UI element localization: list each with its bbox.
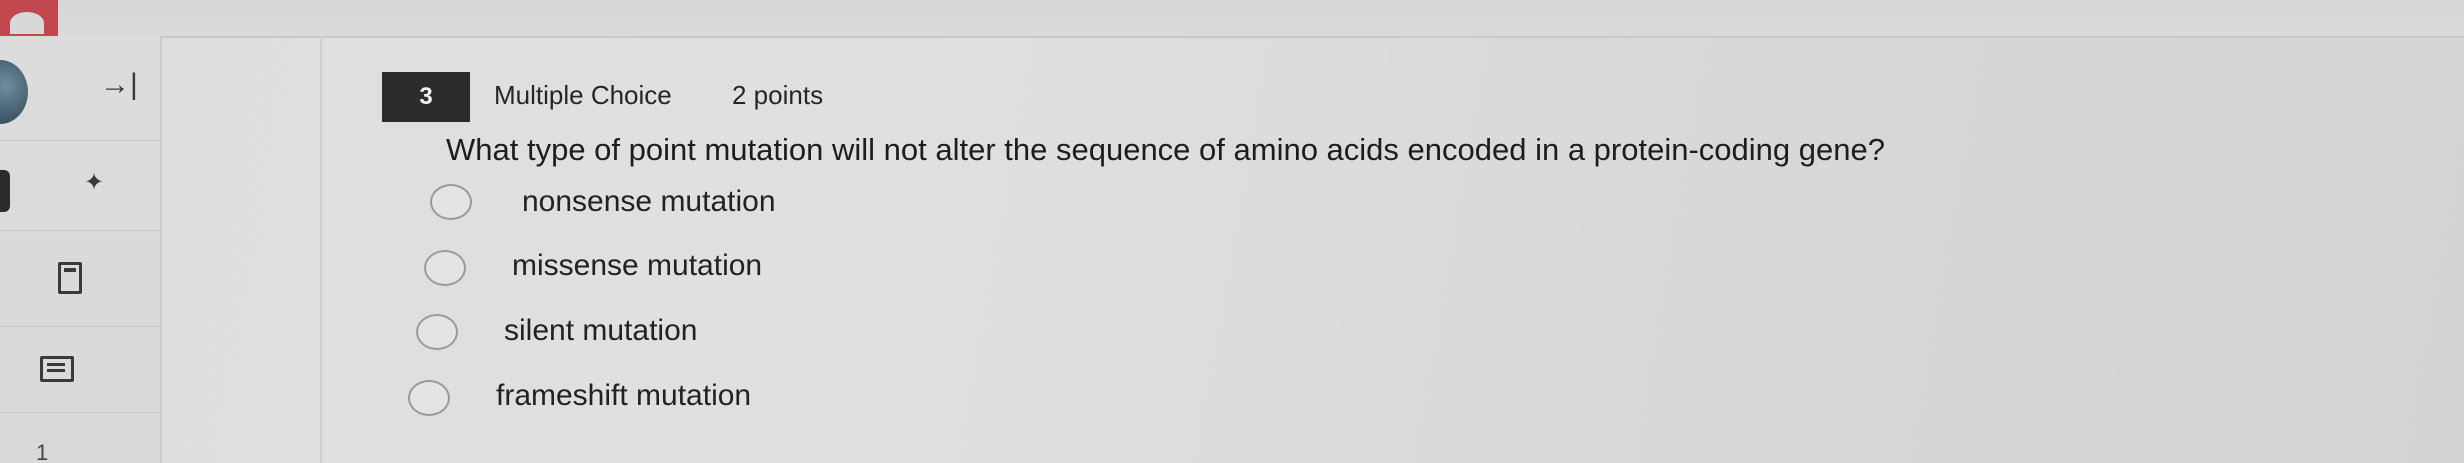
radio-button[interactable] — [430, 184, 472, 220]
side-tab[interactable] — [0, 170, 10, 212]
question-points: 2 points — [732, 80, 824, 110]
question-nav-rail — [320, 36, 322, 463]
sidebar-divider — [0, 412, 160, 413]
top-bar — [0, 0, 2464, 38]
page-number: 1 — [36, 440, 49, 463]
answer-option-missense[interactable] — [424, 246, 466, 290]
answer-option-frameshift[interactable] — [408, 376, 450, 420]
flag-icon[interactable] — [58, 262, 82, 294]
answer-option-nonsense[interactable] — [430, 180, 472, 224]
pin-icon[interactable]: ✦ — [84, 168, 104, 197]
brand-swoosh-icon — [10, 12, 44, 34]
brand-logo — [0, 0, 58, 36]
answer-option-silent[interactable] — [416, 310, 458, 354]
radio-button[interactable] — [416, 314, 458, 350]
radio-button[interactable] — [424, 250, 466, 286]
sidebar-divider — [0, 140, 160, 141]
answer-option-label[interactable]: nonsense mutation — [522, 185, 776, 219]
question-number-badge: 3 — [382, 72, 470, 122]
notes-icon[interactable] — [40, 356, 74, 382]
sidebar-divider — [0, 326, 160, 327]
sidebar-divider — [0, 230, 160, 231]
question-type: Multiple Choice — [494, 80, 672, 110]
answer-option-label[interactable]: frameshift mutation — [496, 379, 751, 413]
question-number: 3 — [419, 83, 433, 110]
collapse-right-icon[interactable]: →| — [100, 68, 138, 102]
radio-button[interactable] — [408, 380, 450, 416]
answer-option-label[interactable]: missense mutation — [512, 249, 762, 283]
answer-option-label[interactable]: silent mutation — [504, 314, 697, 348]
question-text: What type of point mutation will not alt… — [446, 132, 1885, 167]
